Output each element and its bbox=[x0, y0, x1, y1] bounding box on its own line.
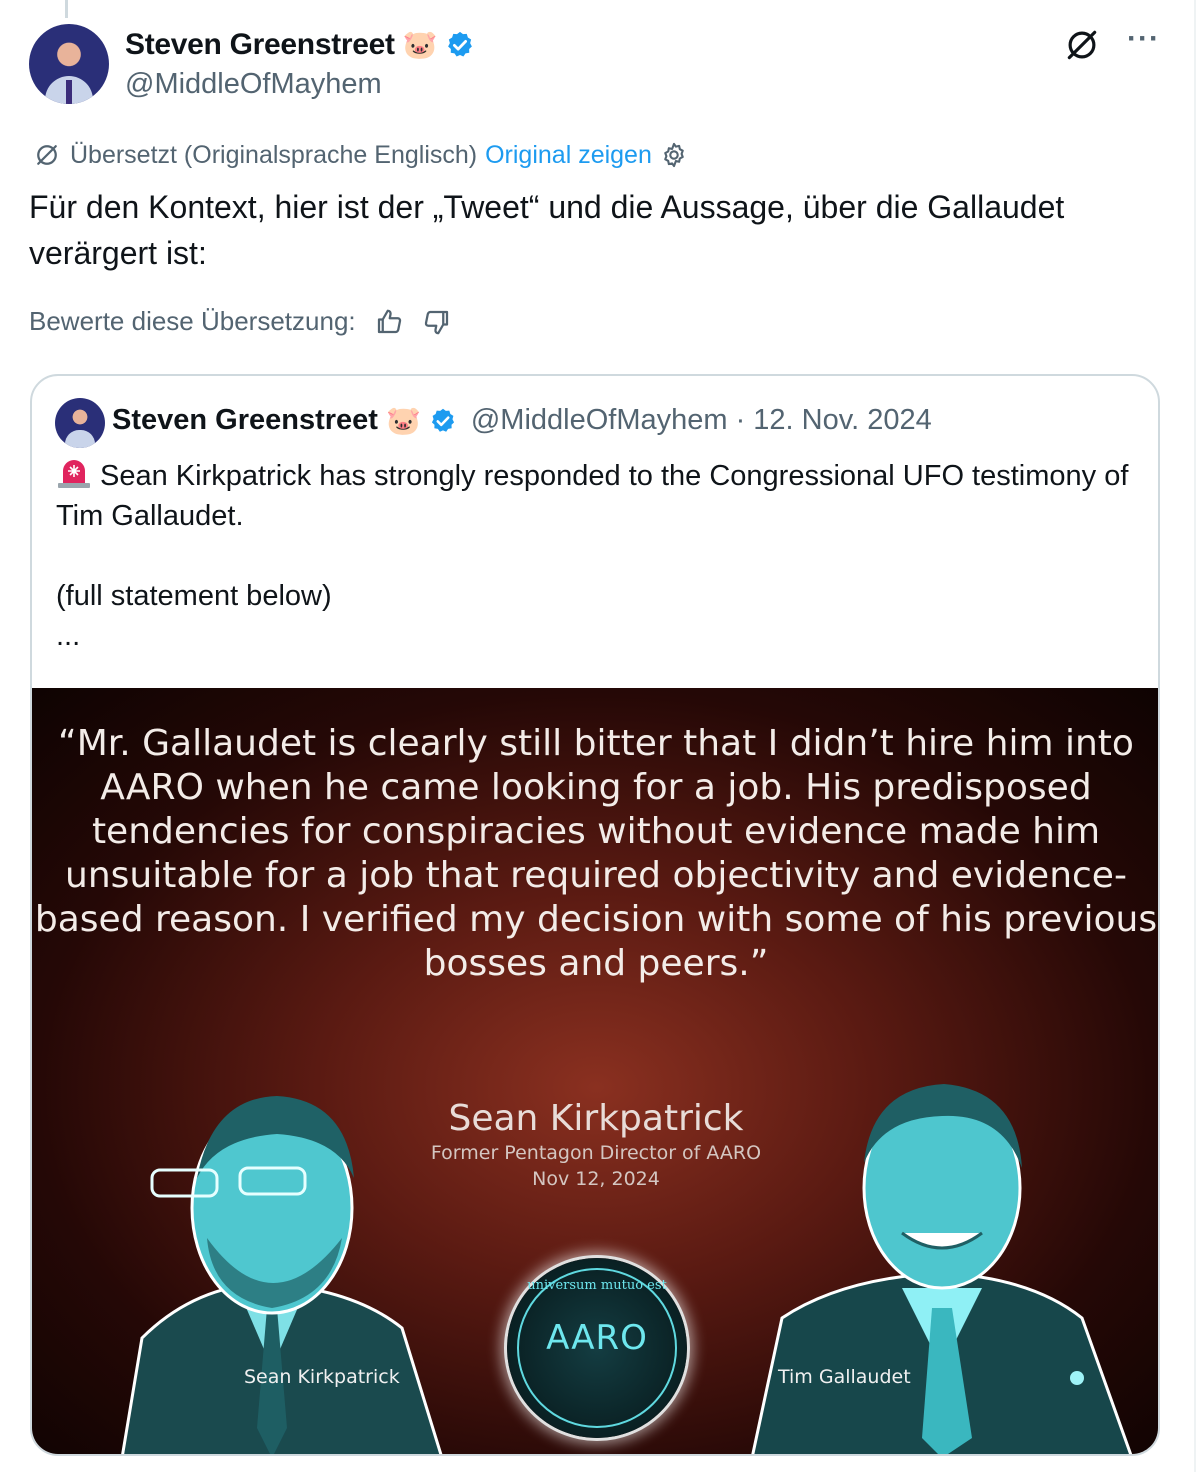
pig-emoji: 🐷 bbox=[402, 29, 438, 60]
thumbs-down-icon[interactable] bbox=[422, 307, 452, 337]
author-handle[interactable]: @MiddleOfMayhem bbox=[125, 68, 382, 101]
seal-motto: universum mutuo est bbox=[527, 1278, 667, 1293]
thread-connector-line bbox=[65, 0, 68, 18]
quoted-tweet[interactable]: Steven Greenstreet 🐷 @MiddleOfMayhem · 1… bbox=[30, 374, 1160, 1456]
translate-icon bbox=[37, 145, 57, 165]
aaro-seal: universum mutuo est AARO bbox=[507, 1258, 687, 1438]
quoted-author-avatar[interactable] bbox=[55, 398, 105, 448]
image-caption-left: Sean Kirkpatrick bbox=[244, 1366, 400, 1388]
gear-icon[interactable] bbox=[660, 141, 688, 169]
portrait-kirkpatrick bbox=[102, 1068, 462, 1454]
quoted-text-body: Sean Kirkpatrick has strongly responded … bbox=[56, 460, 1129, 652]
tweet-top-actions: ··· bbox=[1063, 22, 1160, 64]
author-name-text[interactable]: Steven Greenstreet bbox=[125, 28, 395, 62]
quoted-handle-date[interactable]: @MiddleOfMayhem · 12. Nov. 2024 bbox=[471, 404, 932, 437]
verified-badge-icon[interactable] bbox=[429, 407, 457, 435]
slashed-circle-icon[interactable] bbox=[1063, 26, 1101, 64]
translation-status: Übersetzt (Originalsprache Englisch) bbox=[70, 140, 478, 169]
author-avatar[interactable] bbox=[29, 24, 109, 104]
seal-text: AARO bbox=[546, 1318, 648, 1358]
quoted-media-image[interactable]: “Mr. Gallaudet is clearly still bitter t… bbox=[32, 688, 1158, 1454]
verified-badge-icon[interactable] bbox=[445, 30, 475, 60]
more-icon[interactable]: ··· bbox=[1127, 22, 1160, 56]
thumbs-up-icon[interactable] bbox=[374, 307, 404, 337]
quoted-tweet-header: Steven Greenstreet 🐷 @MiddleOfMayhem · 1… bbox=[112, 404, 932, 437]
tweet-text: Für den Kontext, hier ist der „Tweet“ un… bbox=[29, 189, 1065, 271]
siren-icon bbox=[58, 460, 90, 488]
image-caption-right: Tim Gallaudet bbox=[778, 1366, 911, 1388]
author-name[interactable]: Steven Greenstreet 🐷 bbox=[125, 28, 475, 62]
rate-translation: Bewerte diese Übersetzung: bbox=[29, 306, 452, 337]
show-original-link[interactable]: Original zeigen bbox=[485, 141, 652, 170]
translation-info: Übersetzt (Originalsprache Englisch) Ori… bbox=[32, 140, 688, 170]
quoted-tweet-text: Sean Kirkpatrick has strongly responded … bbox=[56, 456, 1136, 656]
pig-emoji: 🐷 bbox=[385, 404, 421, 436]
rate-translation-label: Bewerte diese Übersetzung: bbox=[29, 306, 356, 336]
quoted-author-name[interactable]: Steven Greenstreet bbox=[112, 404, 378, 437]
portrait-gallaudet bbox=[732, 1068, 1152, 1454]
image-quote-text: “Mr. Gallaudet is clearly still bitter t… bbox=[34, 723, 1158, 984]
